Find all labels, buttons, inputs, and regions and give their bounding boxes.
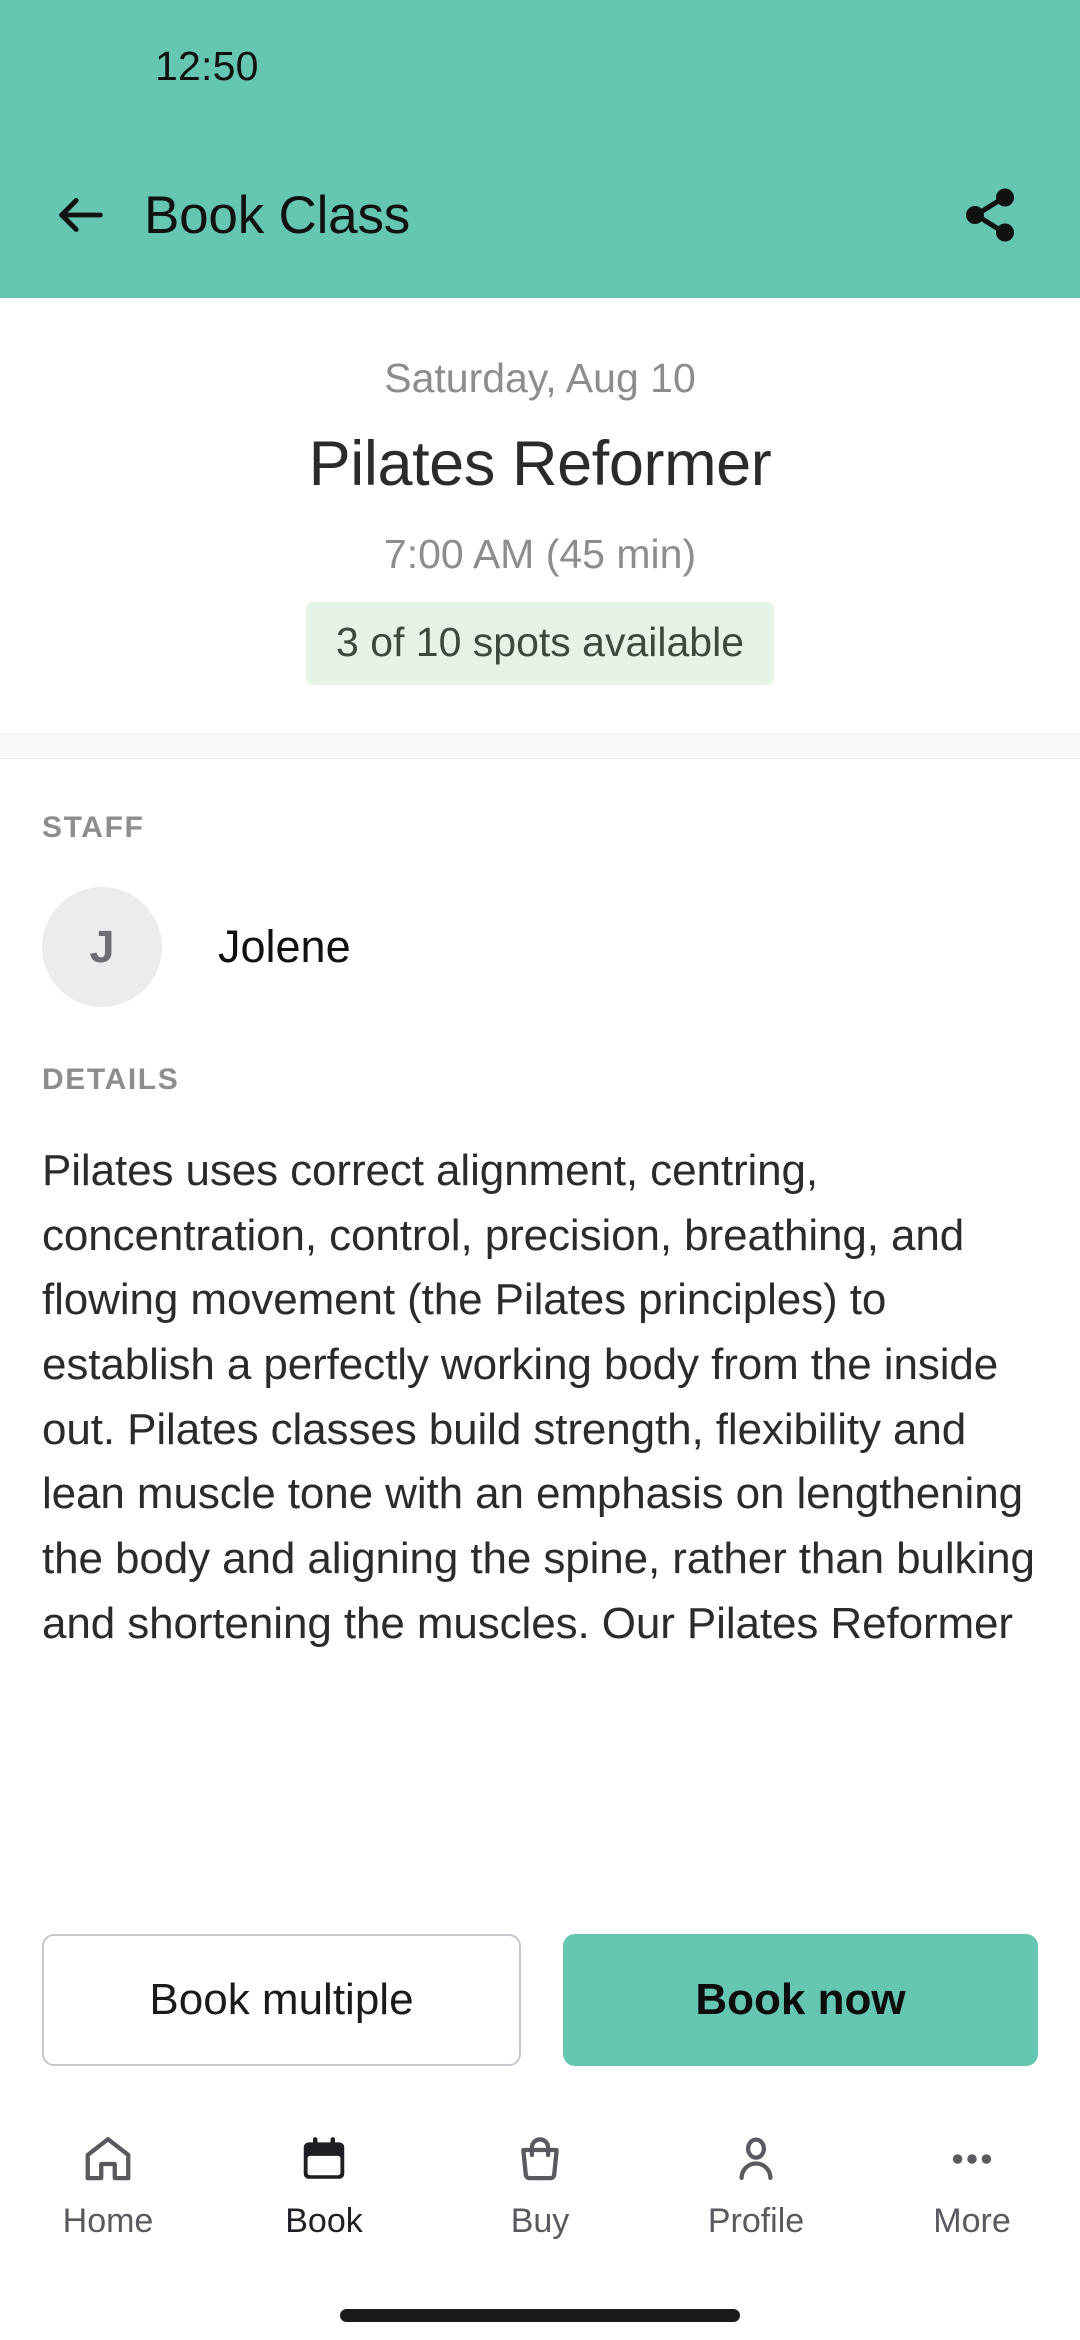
details-description: Pilates uses correct alignment, centring… [42, 1146, 1035, 1648]
nav-item-buy[interactable]: Buy [432, 2128, 648, 2238]
app-bar: Book Class [0, 132, 1080, 298]
back-button[interactable] [44, 178, 118, 252]
nav-item-home[interactable]: Home [0, 2128, 216, 2238]
class-name: Pilates Reformer [308, 429, 772, 500]
app-screen: 12:50 Book Class Saturday, Aug 10 Pilate… [0, 0, 1080, 2340]
bottom-navigation: Home Book Buy Profile More [0, 2100, 1080, 2290]
staff-section-label: STAFF [42, 811, 145, 845]
home-indicator[interactable] [340, 2308, 740, 2322]
nav-label-profile: Profile [707, 2202, 805, 2240]
details-scroll-area[interactable]: STAFF J Jolene DETAILS Pilates uses corr… [0, 759, 1080, 1908]
class-date: Saturday, Aug 10 [384, 355, 696, 401]
share-button[interactable] [948, 173, 1032, 257]
calendar-glyph [303, 2137, 345, 2179]
share-icon [966, 188, 1014, 242]
avatar-initial: J [89, 921, 115, 973]
staff-row[interactable]: J Jolene [42, 887, 1038, 1008]
nav-item-book[interactable]: Book [216, 2128, 432, 2238]
action-bar: Book multiple Book now [0, 1908, 1080, 2100]
status-bar-clock: 12:50 [155, 42, 259, 89]
arrow-left-icon [59, 198, 103, 232]
calendar-icon [293, 2128, 355, 2190]
nav-label-buy: Buy [510, 2202, 570, 2240]
book-multiple-button[interactable]: Book multiple [42, 1934, 521, 2066]
staff-name: Jolene [218, 921, 351, 973]
home-icon [77, 2128, 139, 2190]
class-time: 7:00 AM (45 min) [383, 530, 697, 577]
home-indicator-area [0, 2290, 1080, 2340]
nav-label-more: More [933, 2202, 1011, 2240]
status-bar: 12:50 [0, 0, 1080, 132]
shopping-bag-icon [509, 2128, 571, 2190]
ellipsis-icon [941, 2128, 1003, 2190]
nav-label-book: Book [285, 2202, 363, 2240]
section-divider [0, 733, 1080, 760]
spots-available-badge: 3 of 10 spots available [306, 601, 774, 686]
book-now-button[interactable]: Book now [563, 1934, 1038, 2066]
nav-item-more[interactable]: More [864, 2128, 1080, 2238]
person-icon [725, 2128, 787, 2190]
nav-item-profile[interactable]: Profile [648, 2128, 864, 2238]
header-region: 12:50 Book Class [0, 0, 1080, 298]
avatar: J [42, 887, 162, 1008]
class-summary: Saturday, Aug 10 Pilates Reformer 7:00 A… [0, 298, 1080, 734]
nav-label-home: Home [62, 2202, 154, 2240]
details-section-label: DETAILS [42, 1063, 180, 1097]
page-title: Book Class [144, 185, 411, 245]
